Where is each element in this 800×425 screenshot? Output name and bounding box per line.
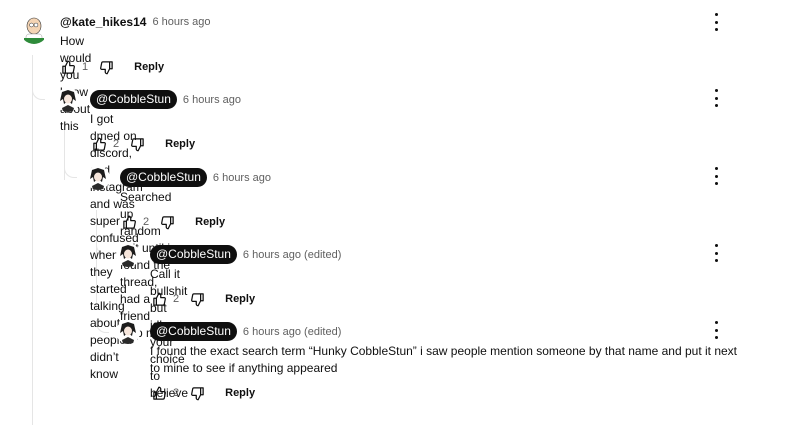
reply-button[interactable]: Reply: [165, 138, 195, 150]
kebab-dot-icon: [714, 13, 718, 16]
anime-character-avatar-icon: [120, 245, 136, 267]
kebab-dot-icon: [714, 251, 718, 255]
comment-timestamp[interactable]: 6 hours ago: [152, 16, 210, 28]
reply-button[interactable]: Reply: [195, 216, 225, 228]
kebab-dot-icon: [714, 89, 718, 92]
comment-timestamp[interactable]: 6 hours ago (edited): [243, 326, 341, 338]
like-button[interactable]: [151, 291, 167, 307]
avatar[interactable]: [86, 166, 110, 190]
thread-connector-1: [32, 87, 45, 100]
avatar[interactable]: [116, 320, 140, 344]
kebab-dot-icon: [714, 259, 718, 262]
more-options-button[interactable]: [711, 13, 721, 31]
kebab-dot-icon: [714, 20, 718, 24]
comment-author-badge[interactable]: @CobbleStun: [150, 245, 237, 264]
thumbs-down-icon: [99, 60, 113, 74]
avatar[interactable]: [56, 88, 80, 112]
comment-timestamp[interactable]: 6 hours ago: [183, 94, 241, 106]
more-options-button[interactable]: [711, 321, 721, 339]
more-options-button[interactable]: [711, 89, 721, 107]
kebab-dot-icon: [714, 336, 718, 339]
anime-character-avatar-icon: [60, 90, 76, 112]
avatar[interactable]: [20, 16, 48, 44]
kebab-dot-icon: [714, 174, 718, 178]
anime-character-avatar-icon: [120, 322, 136, 344]
like-count: 1: [82, 61, 89, 73]
comment-author-badge[interactable]: @CobbleStun: [120, 168, 207, 187]
avatar[interactable]: [116, 243, 140, 267]
like-count: 2: [113, 138, 120, 150]
like-button[interactable]: [151, 385, 167, 401]
comment-text: How would you know about this: [60, 34, 92, 133]
reply-button[interactable]: Reply: [225, 387, 255, 399]
kebab-dot-icon: [714, 28, 718, 31]
comment-author-badge[interactable]: @CobbleStun: [90, 90, 177, 109]
dislike-button[interactable]: [189, 291, 205, 307]
thumbs-down-icon: [160, 215, 174, 229]
kebab-dot-icon: [714, 328, 718, 332]
kebab-dot-icon: [714, 182, 718, 185]
kebab-dot-icon: [714, 104, 718, 107]
thumbs-down-icon: [130, 137, 144, 151]
like-button[interactable]: [121, 214, 137, 230]
thumbs-up-icon: [61, 60, 75, 74]
comment-timestamp[interactable]: 6 hours ago: [213, 172, 271, 184]
thumbs-down-icon: [190, 292, 204, 306]
kebab-dot-icon: [714, 167, 718, 170]
comment-text: I found the exact search term “Hunky Cob…: [150, 344, 737, 375]
thumbs-up-icon: [92, 137, 106, 151]
like-count: 2: [143, 216, 150, 228]
thumbs-up-icon: [152, 292, 166, 306]
dislike-button[interactable]: [159, 214, 175, 230]
like-count: 2: [173, 387, 180, 399]
thumbs-down-icon: [190, 386, 204, 400]
comment-author[interactable]: @kate_hikes14: [60, 15, 146, 29]
dislike-button[interactable]: [129, 136, 145, 152]
peter-griffin-avatar-icon: [24, 17, 44, 44]
comment-author-badge[interactable]: @CobbleStun: [150, 322, 237, 341]
kebab-dot-icon: [714, 96, 718, 100]
more-options-button[interactable]: [711, 167, 721, 185]
thumbs-up-icon: [122, 215, 136, 229]
thread-line-level-1: [32, 55, 33, 425]
reply-button[interactable]: Reply: [225, 293, 255, 305]
like-count: 2: [173, 293, 180, 305]
kebab-dot-icon: [714, 321, 718, 324]
reply-button[interactable]: Reply: [134, 61, 164, 73]
more-options-button[interactable]: [711, 244, 721, 262]
dislike-button[interactable]: [189, 385, 205, 401]
anime-character-avatar-icon: [90, 168, 106, 190]
like-button[interactable]: [91, 136, 107, 152]
dislike-button[interactable]: [98, 59, 114, 75]
like-button[interactable]: [60, 59, 76, 75]
thread-connector-2: [64, 165, 77, 178]
kebab-dot-icon: [714, 244, 718, 247]
comment-timestamp[interactable]: 6 hours ago (edited): [243, 249, 341, 261]
thumbs-up-icon: [152, 386, 166, 400]
